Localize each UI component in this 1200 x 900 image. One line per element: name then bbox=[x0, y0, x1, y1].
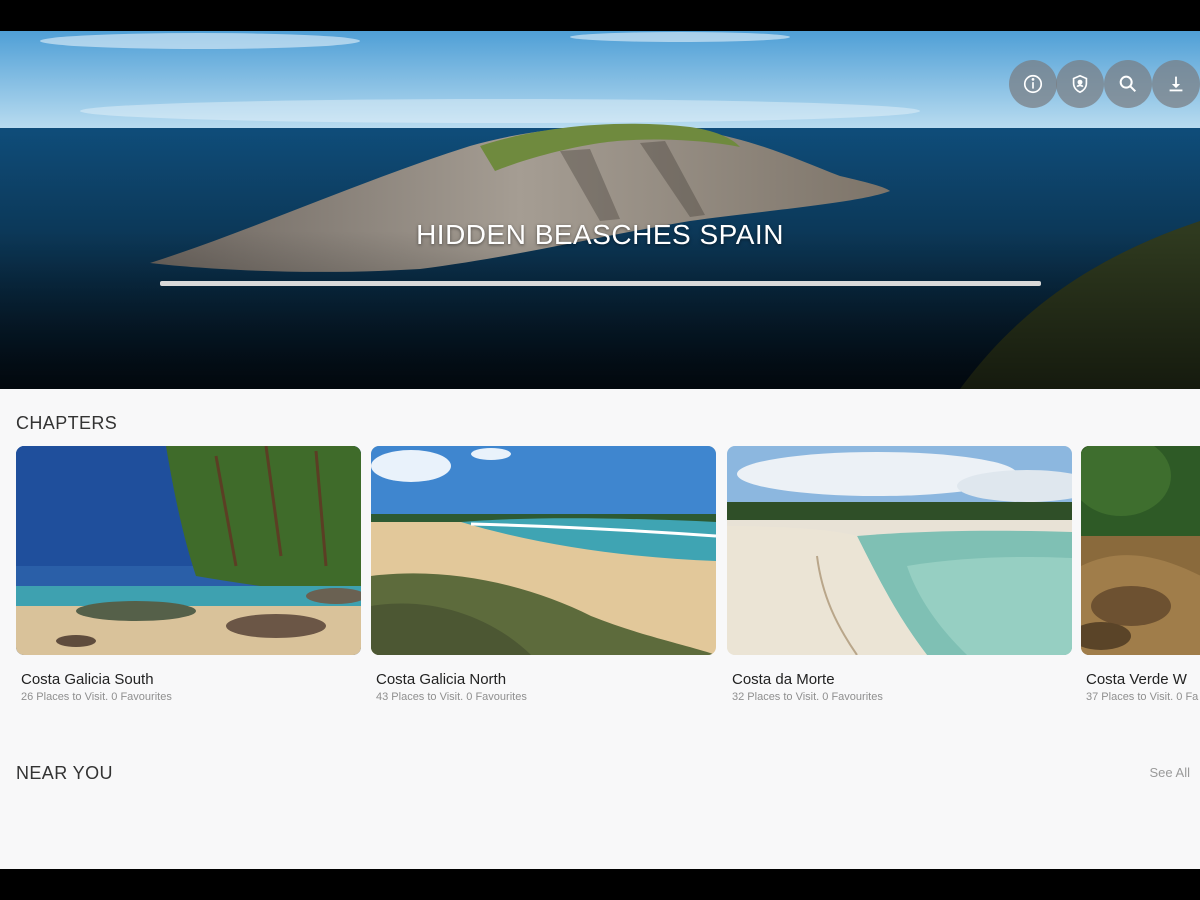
chapter-card[interactable]: Costa da Morte 32 Places to Visit. 0 Fav… bbox=[727, 446, 1072, 703]
chapter-meta: 26 Places to Visit. 0 Favourites bbox=[21, 691, 172, 703]
hero-banner: HIDDEN BEASCHES SPAIN bbox=[0, 31, 1200, 389]
info-button[interactable] bbox=[1009, 60, 1057, 108]
window-top-bar bbox=[0, 0, 1200, 31]
app-screen: HIDDEN BEASCHES SPAIN CHAPTERS Costa Gal… bbox=[0, 31, 1200, 869]
chapters-carousel[interactable]: Costa Galicia South 26 Places to Visit. … bbox=[16, 446, 1200, 716]
download-button[interactable] bbox=[1152, 60, 1200, 108]
download-icon bbox=[1169, 76, 1183, 92]
chapter-name[interactable]: Costa Galicia South bbox=[16, 671, 361, 688]
chapter-meta: 37 Places to Visit. 0 Fa bbox=[1086, 691, 1199, 703]
chapter-name[interactable]: Costa Verde W bbox=[1081, 671, 1200, 688]
hero-divider bbox=[160, 281, 1041, 286]
see-all-link[interactable]: See All bbox=[1150, 765, 1190, 780]
info-icon bbox=[1023, 74, 1043, 94]
chapter-card[interactable]: Costa Verde W 37 Places to Visit. 0 Fa bbox=[1081, 446, 1200, 703]
chapter-thumbnail[interactable] bbox=[16, 446, 361, 655]
hero-title: HIDDEN BEASCHES SPAIN bbox=[416, 219, 784, 250]
shield-icon bbox=[1072, 74, 1088, 94]
search-icon bbox=[1119, 75, 1137, 93]
near-you-heading: NEAR YOU bbox=[16, 763, 113, 783]
chapter-thumbnail[interactable] bbox=[1081, 446, 1200, 655]
chapter-name[interactable]: Costa da Morte bbox=[727, 671, 1072, 688]
chapter-name[interactable]: Costa Galicia North bbox=[371, 671, 716, 688]
chapter-meta: 32 Places to Visit. 0 Favourites bbox=[732, 691, 883, 703]
chapter-thumbnail[interactable] bbox=[727, 446, 1072, 655]
search-button[interactable] bbox=[1104, 60, 1152, 108]
hero-action-bar bbox=[1009, 60, 1200, 108]
chapter-thumbnail[interactable] bbox=[371, 446, 716, 655]
chapters-heading: CHAPTERS bbox=[16, 413, 118, 433]
chapter-card[interactable]: Costa Galicia North 43 Places to Visit. … bbox=[371, 446, 716, 703]
chapter-meta: 43 Places to Visit. 0 Favourites bbox=[376, 691, 527, 703]
privacy-button[interactable] bbox=[1056, 60, 1104, 108]
chapter-card[interactable]: Costa Galicia South 26 Places to Visit. … bbox=[16, 446, 361, 703]
window-bottom-bar bbox=[0, 869, 1200, 900]
